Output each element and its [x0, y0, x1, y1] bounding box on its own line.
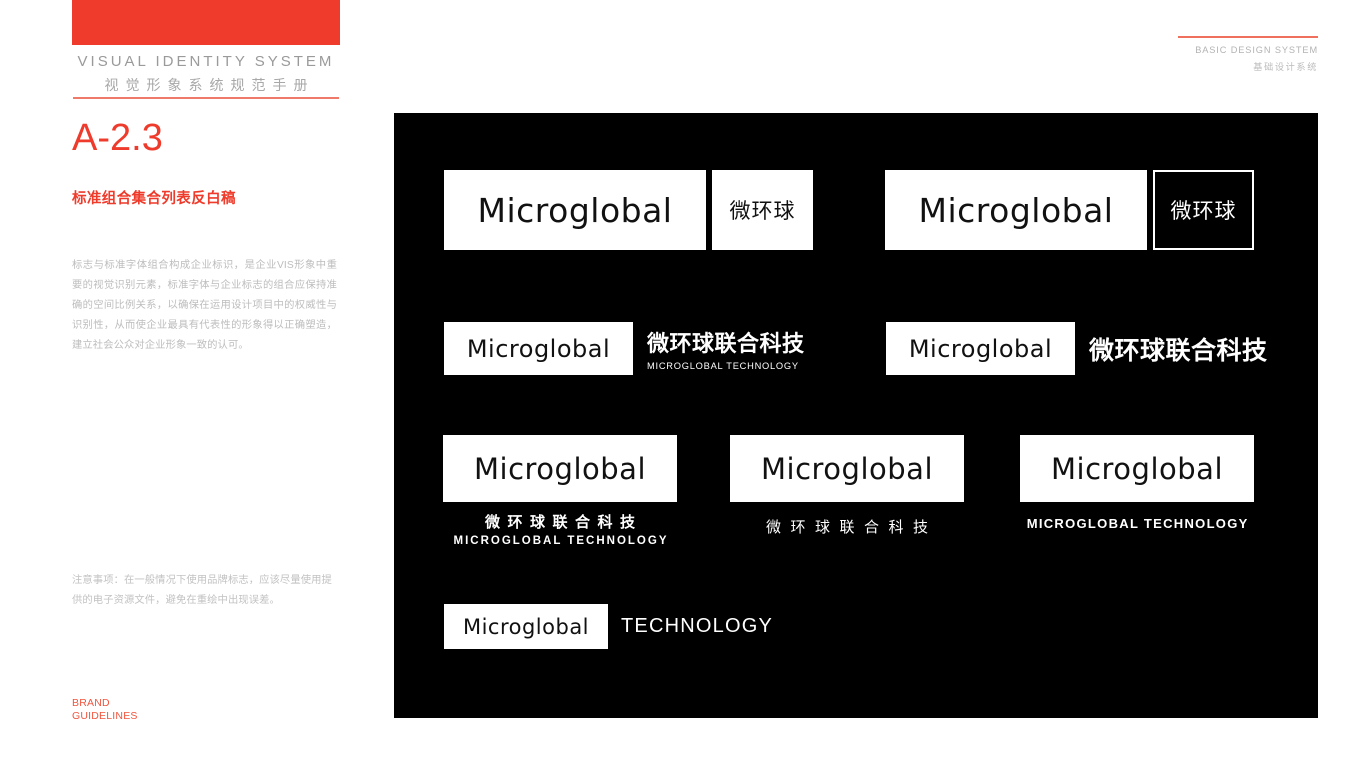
header-divider	[1178, 36, 1318, 38]
wordmark-plate: Microglobal	[444, 604, 608, 649]
wordmark-text: Microglobal	[477, 190, 673, 230]
logo-lockup-stacked-cn-only: Microglobal 微环球联合科技	[730, 435, 964, 537]
wordmark-plate: Microglobal	[885, 170, 1147, 250]
header-title-english: BASIC DESIGN SYSTEM	[1195, 44, 1318, 55]
wordmark-text: Microglobal	[466, 334, 611, 363]
wordmark-text: Microglobal	[1051, 451, 1223, 486]
footer-brand-line-1: BRAND	[72, 697, 110, 709]
logo-lockup-wordmark-plus-side-cn-en: Microglobal 微环球联合科技 MICROGLOBAL TECHNOLO…	[444, 322, 805, 375]
chinese-short-text: 微环球	[1170, 200, 1237, 223]
wordmark-plate: Microglobal	[1020, 435, 1254, 502]
logo-lockup-wordmark-plus-technology: Microglobal TECHNOLOGY	[444, 604, 773, 649]
logo-lockup-wordmark-plus-cn-plate: Microglobal 微环球	[444, 170, 813, 250]
side-text-block: TECHNOLOGY	[621, 604, 773, 649]
chinese-short-plate: 微环球	[712, 170, 813, 250]
wordmark-text: Microglobal	[462, 614, 590, 639]
wordmark-plate: Microglobal	[886, 322, 1075, 375]
vis-title-chinese: 视觉形象系统规范手册	[104, 77, 315, 93]
english-full-text: MICROGLOBAL TECHNOLOGY	[1026, 516, 1249, 531]
chinese-full-text: 微环球联合科技	[1089, 336, 1268, 365]
wordmark-text: Microglobal	[918, 190, 1114, 230]
chinese-full-text: 微环球联合科技	[765, 519, 938, 536]
wordmark-text: Microglobal	[474, 451, 646, 486]
chinese-full-text: 微环球联合科技	[647, 331, 805, 356]
wordmark-plate: Microglobal	[444, 170, 706, 250]
side-text-block: 微环球联合科技	[1089, 322, 1268, 375]
wordmark-text: Microglobal	[761, 451, 933, 486]
brand-color-block	[72, 0, 340, 45]
chinese-short-outline-plate: 微环球	[1153, 170, 1254, 250]
section-code: A-2.3	[72, 117, 163, 159]
english-word-text: TECHNOLOGY	[621, 615, 774, 637]
header-title-chinese: 基础设计系统	[1253, 61, 1318, 72]
left-column: VISUAL IDENTITY SYSTEM 视觉形象系统规范手册 A-2.3 …	[72, 0, 340, 768]
logo-lockup-wordmark-plus-side-cn: Microglobal 微环球联合科技	[886, 322, 1268, 375]
section-heading: 标准组合集合列表反白稿	[72, 191, 236, 207]
wordmark-text: Microglobal	[908, 334, 1053, 363]
logo-lockup-stacked-cn-en: Microglobal 微环球联合科技 MICROGLOBAL TECHNOLO…	[443, 435, 677, 547]
logo-lockup-stacked-en-only: Microglobal MICROGLOBAL TECHNOLOGY	[1020, 435, 1254, 531]
page-header-right: BASIC DESIGN SYSTEM 基础设计系统	[1178, 36, 1318, 73]
chinese-full-text: 微环球联合科技	[484, 514, 643, 531]
footer-brand: BRAND GUIDELINES	[72, 697, 138, 722]
vis-title-english: VISUAL IDENTITY SYSTEM	[77, 53, 335, 70]
english-full-text: MICROGLOBAL TECHNOLOGY	[453, 535, 669, 547]
side-text-block: 微环球联合科技 MICROGLOBAL TECHNOLOGY	[647, 322, 805, 375]
wordmark-plate: Microglobal	[443, 435, 677, 502]
showcase-panel: Microglobal 微环球 Microglobal 微环球 Microglo…	[394, 113, 1318, 718]
section-note-text: 注意事项：在一般情况下使用品牌标志，应该尽量使用提供的电子资源文件，避免在重绘中…	[72, 575, 332, 606]
wordmark-plate: Microglobal	[444, 322, 633, 375]
title-divider	[73, 97, 339, 99]
footer-brand-line-2: GUIDELINES	[72, 709, 138, 722]
logo-lockup-wordmark-plus-cn-outline-plate: Microglobal 微环球	[885, 170, 1254, 250]
chinese-short-text: 微环球	[729, 200, 796, 223]
english-full-text: MICROGLOBAL TECHNOLOGY	[647, 361, 799, 371]
wordmark-plate: Microglobal	[730, 435, 964, 502]
section-body-text: 标志与标准字体组合构成企业标识，是企业VIS形象中重要的视觉识别元素，标准字体与…	[72, 260, 337, 351]
